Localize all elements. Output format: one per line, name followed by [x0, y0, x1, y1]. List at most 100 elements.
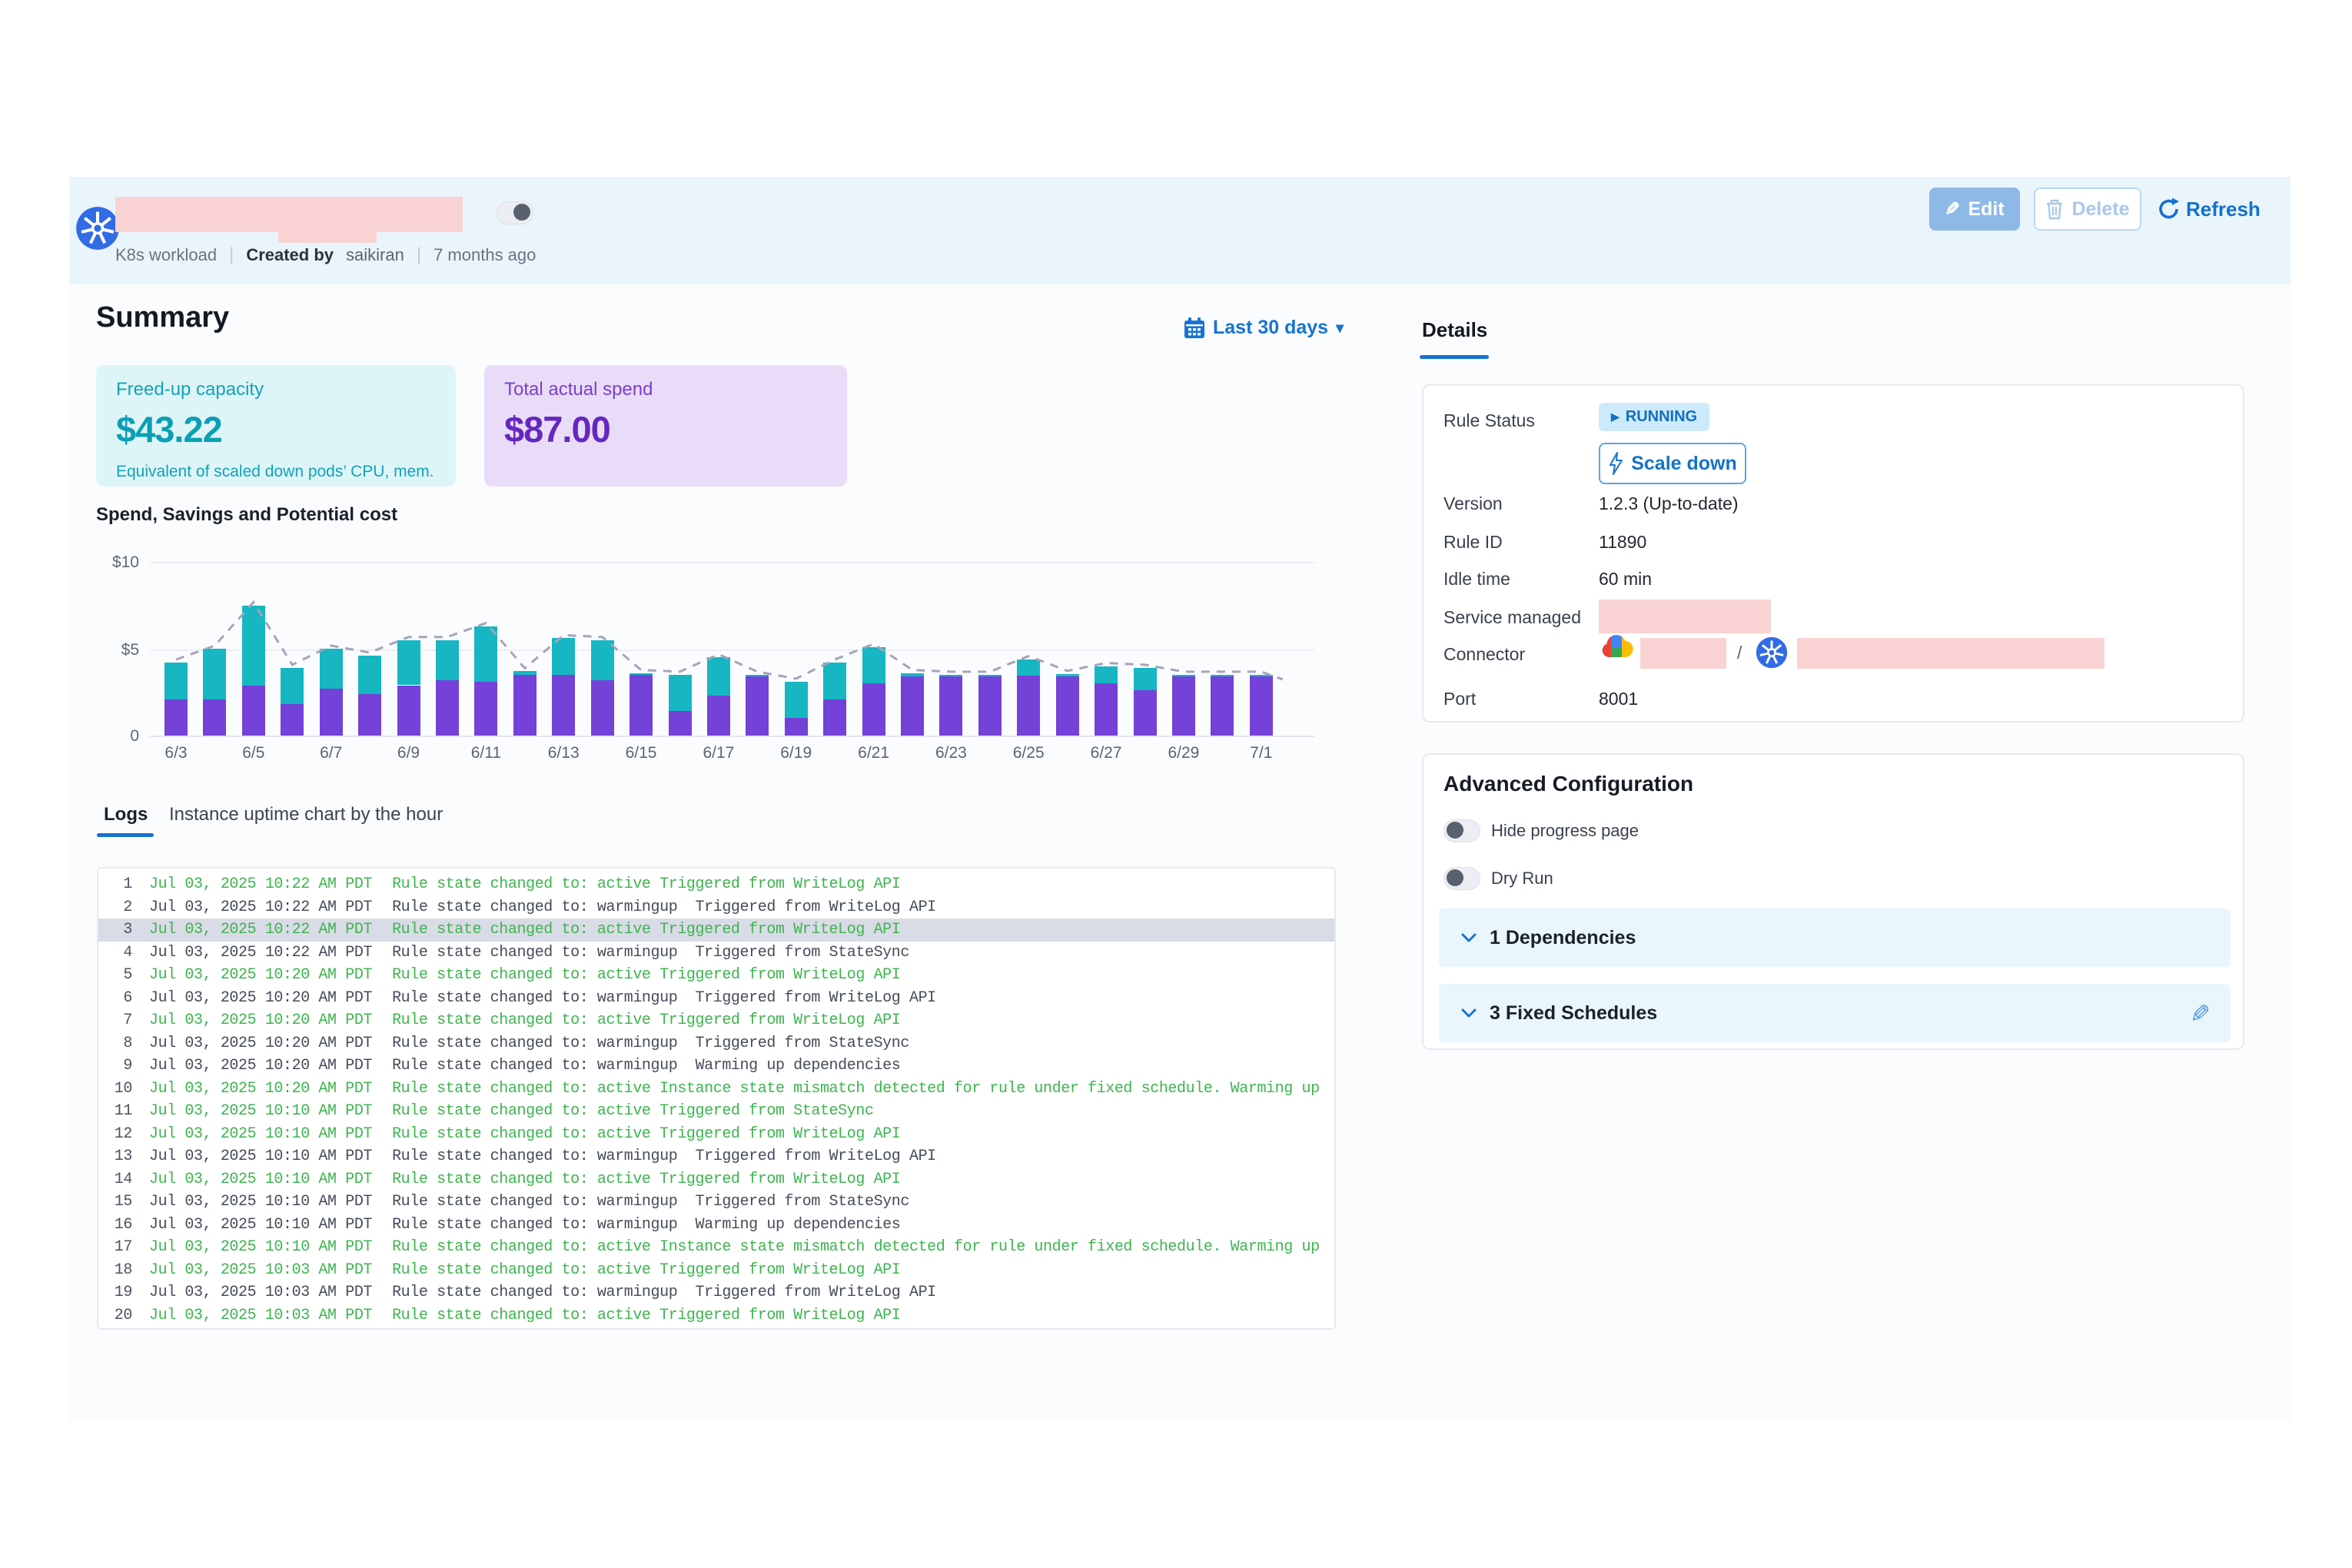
edit-button[interactable]: ✎ Edit	[1929, 188, 2020, 231]
date-range-picker[interactable]: Last 30 days ▾	[1184, 317, 1344, 339]
log-timestamp: Jul 03, 2025 10:20 AM PDT	[149, 1012, 372, 1029]
active-tab-underline	[97, 833, 154, 837]
log-message: Rule state changed to: active Triggered …	[392, 1012, 900, 1029]
log-line-number: 6	[98, 987, 132, 1010]
dry-run-toggle[interactable]	[1443, 867, 1480, 890]
workload-title-redacted-tail	[278, 232, 377, 243]
log-timestamp: Jul 03, 2025 10:03 AM PDT	[149, 1261, 372, 1279]
log-row[interactable]: 9Jul 03, 2025 10:20 AM PDTRule state cha…	[98, 1055, 1334, 1078]
fixed-schedules-section[interactable]: 3 Fixed Schedules ✎	[1439, 984, 2231, 1042]
log-line-number: 16	[98, 1214, 132, 1237]
workload-title-redacted	[115, 197, 463, 232]
log-row[interactable]: 19Jul 03, 2025 10:03 AM PDTRule state ch…	[98, 1281, 1334, 1304]
workload-enabled-toggle[interactable]	[497, 201, 533, 224]
page: K8s workload | Created by saikiran | 7 m…	[0, 0, 2352, 1568]
kubernetes-icon	[75, 206, 120, 251]
log-row[interactable]: 20 Jul 03, 2025 10:03 AM PDT Rule state ch…	[98, 1304, 1334, 1327]
field-label: Idle time	[1443, 569, 1510, 590]
calendar-icon	[1184, 317, 1205, 339]
log-message: Rule state changed to: active Triggered …	[392, 1171, 900, 1188]
dependencies-label: 1 Dependencies	[1490, 927, 1636, 949]
card-label: Freed-up capacity	[116, 379, 436, 400]
log-row[interactable]: 1Jul 03, 2025 10:22 AM PDTRule state cha…	[98, 873, 1334, 896]
log-line-number: 20	[98, 1304, 132, 1327]
log-line-number: 18	[98, 1259, 132, 1282]
trash-icon	[2045, 198, 2064, 220]
log-row[interactable]: 10Jul 03, 2025 10:20 AM PDTRule state ch…	[98, 1078, 1334, 1101]
log-row[interactable]: 8Jul 03, 2025 10:20 AM PDTRule state cha…	[98, 1032, 1334, 1055]
log-line-number: 12	[98, 1123, 132, 1146]
summary-title: Summary	[96, 301, 229, 334]
log-timestamp: Jul 03, 2025 10:03 AM PDT	[149, 1284, 372, 1301]
log-row[interactable]: 7Jul 03, 2025 10:20 AM PDTRule state cha…	[98, 1009, 1334, 1032]
tab-logs[interactable]: Logs	[104, 804, 148, 826]
edit-schedules-pencil-icon[interactable]: ✎	[2190, 999, 2211, 1028]
created-at: 7 months ago	[434, 245, 536, 265]
workload-type: K8s workload	[115, 245, 217, 265]
refresh-button[interactable]: Refresh	[2157, 188, 2261, 231]
status-badge: ▶ RUNNING	[1599, 403, 1709, 431]
delete-button-label: Delete	[2071, 198, 2129, 221]
hide-progress-page-toggle[interactable]	[1443, 819, 1480, 842]
log-line-number: 10	[98, 1078, 132, 1101]
toggle-label: Dry Run	[1491, 869, 1553, 889]
log-row[interactable]: 5Jul 03, 2025 10:20 AM PDTRule state cha…	[98, 964, 1334, 987]
log-row[interactable]: 11Jul 03, 2025 10:10 AM PDTRule state ch…	[98, 1100, 1334, 1123]
connector-separator: /	[1737, 643, 1742, 663]
log-row[interactable]: 17Jul 03, 2025 10:10 AM PDTRule state ch…	[98, 1236, 1334, 1259]
log-line-number: 8	[98, 1032, 132, 1055]
dependencies-section[interactable]: 1 Dependencies	[1439, 909, 2231, 967]
log-line-number: 4	[98, 942, 132, 965]
log-message: Rule state changed to: active Instance s…	[392, 1238, 1320, 1256]
workload-subtitle: K8s workload | Created by saikiran | 7 m…	[115, 244, 536, 266]
advanced-configuration-card: Advanced Configuration Hide progress pag…	[1422, 753, 2244, 1050]
log-timestamp: Jul 03, 2025 10:03 AM PDT	[149, 1307, 372, 1324]
delete-button[interactable]: Delete	[2034, 188, 2141, 231]
connector-cluster-redacted	[1797, 638, 2105, 669]
freed-up-capacity-card: Freed-up capacity $43.22 Equivalent of s…	[96, 365, 456, 487]
log-timestamp: Jul 03, 2025 10:22 AM PDT	[149, 944, 372, 962]
kubernetes-icon	[1756, 636, 1788, 669]
log-timestamp: Jul 03, 2025 10:10 AM PDT	[149, 1238, 372, 1256]
log-row[interactable]: 15Jul 03, 2025 10:10 AM PDTRule state ch…	[98, 1191, 1334, 1214]
spend-savings-chart: $10 $5 0 6/36/56/76/96/116/136/156/176/1…	[96, 546, 1326, 776]
log-message: Rule state changed to: active Triggered …	[392, 921, 900, 938]
log-message: Rule state changed to: active Triggered …	[392, 1261, 900, 1279]
log-row[interactable]: 14Jul 03, 2025 10:10 AM PDTRule state ch…	[98, 1168, 1334, 1191]
connector-project-redacted	[1640, 638, 1726, 669]
caret-down-icon: ▾	[1336, 318, 1344, 337]
fixed-schedules-label: 3 Fixed Schedules	[1490, 1002, 1657, 1025]
log-message: Rule state changed to: warmingup Warming…	[392, 1216, 900, 1234]
lightning-icon	[1608, 452, 1623, 475]
log-line-number: 13	[98, 1145, 132, 1168]
pencil-icon: ✎	[1945, 198, 1960, 221]
field-value: 1.2.3 (Up-to-date)	[1599, 493, 1739, 514]
log-row[interactable]: 2Jul 03, 2025 10:22 AM PDTRule state cha…	[98, 896, 1334, 919]
scale-down-button[interactable]: Scale down	[1599, 443, 1746, 484]
status-badge-label: RUNNING	[1626, 408, 1697, 426]
gcp-icon	[1599, 633, 1634, 663]
log-line-number: 9	[98, 1055, 132, 1078]
card-label: Total actual spend	[504, 379, 827, 400]
card-caption: Equivalent of scaled down pods’ CPU, mem…	[116, 463, 436, 481]
log-timestamp: Jul 03, 2025 10:10 AM PDT	[149, 1171, 372, 1188]
log-row[interactable]: 12Jul 03, 2025 10:10 AM PDTRule state ch…	[98, 1123, 1334, 1146]
log-message: Rule state changed to: warmingup Trigger…	[392, 944, 909, 962]
log-row[interactable]: 13Jul 03, 2025 10:10 AM PDTRule state ch…	[98, 1145, 1334, 1168]
tab-instance-uptime[interactable]: Instance uptime chart by the hour	[169, 804, 443, 826]
log-message: Rule state changed to: warmingup Trigger…	[392, 989, 936, 1007]
log-message: Rule state changed to: active Triggered …	[392, 1307, 900, 1324]
log-timestamp: Jul 03, 2025 10:20 AM PDT	[149, 1035, 372, 1052]
created-by-user: saikiran	[346, 245, 404, 265]
log-row[interactable]: 4 Jul 03, 2025 10:22 AM PDT Rule state cha…	[98, 942, 1334, 965]
toggle-knob	[1447, 822, 1463, 839]
details-tab-underline	[1420, 355, 1489, 359]
card-value: $43.22	[116, 408, 436, 450]
log-row[interactable]: 6Jul 03, 2025 10:20 AM PDTRule state cha…	[98, 987, 1334, 1010]
scale-down-label: Scale down	[1631, 453, 1737, 475]
log-row[interactable]: 18 Jul 03, 2025 10:03 AM PDT Rule state ch…	[98, 1259, 1334, 1282]
log-row[interactable]: 3Jul 03, 2025 10:22 AM PDTRule state cha…	[98, 919, 1334, 942]
tab-details[interactable]: Details	[1422, 318, 1487, 342]
log-row[interactable]: 16Jul 03, 2025 10:10 AM PDTRule state ch…	[98, 1214, 1334, 1237]
log-timestamp: Jul 03, 2025 10:20 AM PDT	[149, 966, 372, 984]
